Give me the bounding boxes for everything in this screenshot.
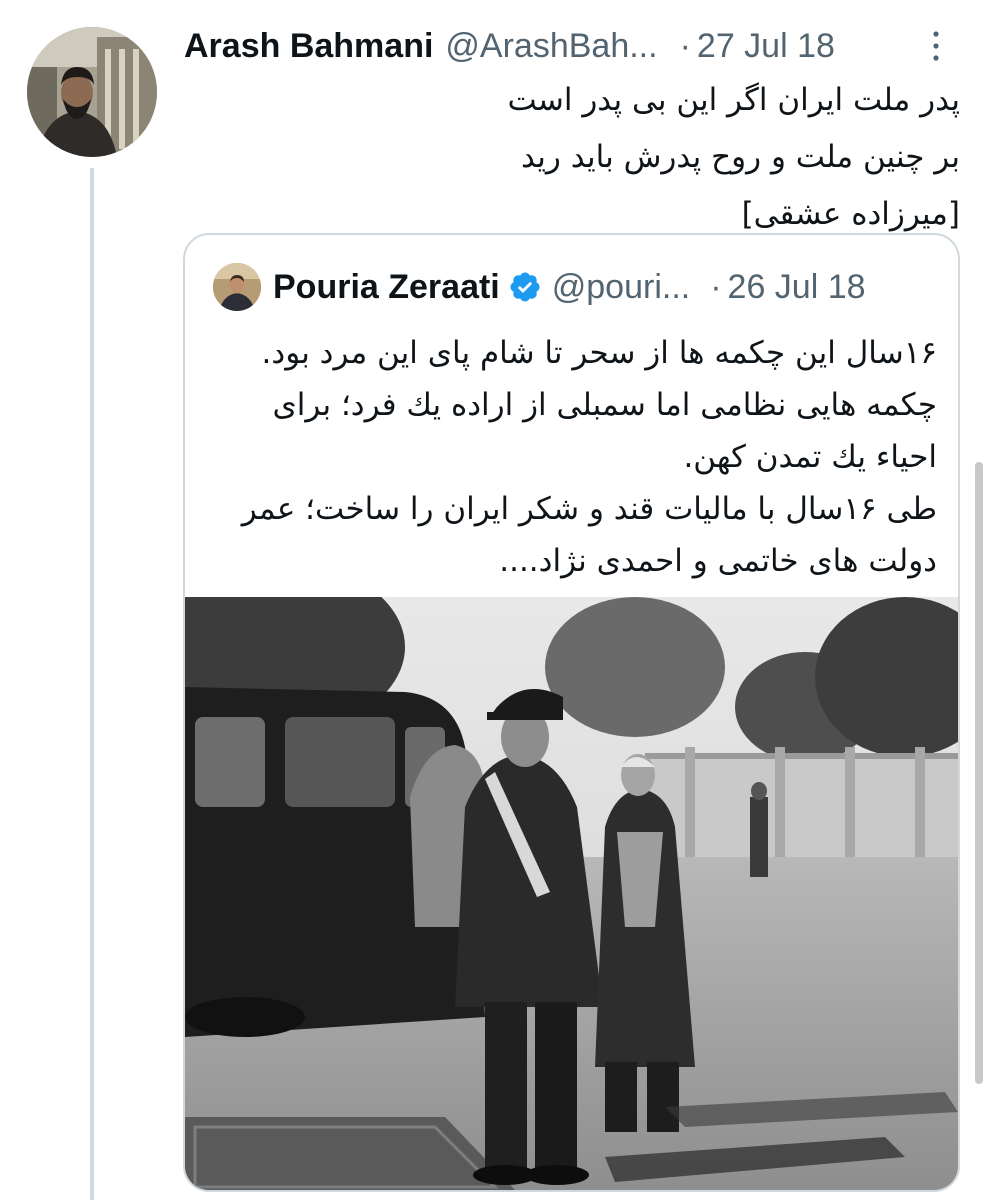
quoted-text-line: ۱۶سال این چکمه ها از سحر تا شام پای این … [261, 335, 937, 371]
author-avatar[interactable] [27, 27, 157, 157]
author-avatar-image [27, 27, 157, 157]
verified-badge-icon [510, 272, 540, 302]
quoted-author-display-name[interactable]: Pouria Zeraati [273, 268, 500, 307]
author-display-name[interactable]: Arash Bahmani [184, 27, 433, 66]
quoted-text-line: احیاء یك تمدن کهن. [683, 439, 937, 475]
quoted-header-separator: · [710, 267, 722, 306]
tweet-text-line: بر چنین ملت و روح پدرش باید رید [521, 139, 960, 175]
quoted-text-line: دولت های خاتمی و احمدی نژاد.... [499, 543, 937, 579]
scrollbar-thumb[interactable] [975, 462, 983, 1084]
quoted-tweet-card[interactable]: Pouria Zeraati @pouri... · 26 Jul 18 ۱۶س… [183, 233, 960, 1192]
header-separator: · [679, 26, 691, 65]
quoted-text-line: چکمه هایی نظامی اما سمبلی از اراده یك فر… [272, 387, 937, 423]
quoted-tweet-photo[interactable] [185, 597, 958, 1190]
quoted-author-avatar-image [213, 263, 261, 311]
author-handle[interactable]: @ArashBah... [445, 27, 657, 66]
quoted-author-avatar[interactable] [213, 263, 261, 311]
tweet-page: Arash Bahmani @ArashBah... · 27 Jul 18 پ… [0, 0, 985, 1200]
tweet-header: Arash Bahmani @ArashBah... · 27 Jul 18 [184, 22, 954, 70]
tweet-text: پدر ملت ایران اگر این بی پدر است بر چنین… [300, 72, 960, 243]
more-vertical-icon[interactable] [928, 28, 944, 64]
quoted-tweet-text: ۱۶سال این چکمه ها از سحر تا شام پای این … [225, 327, 937, 587]
quoted-text-line: طی ۱۶سال با مالیات قند و شکر ایران را سا… [241, 491, 937, 527]
tweet-date[interactable]: 27 Jul 18 [697, 27, 835, 66]
quoted-author-handle[interactable]: @pouri... [552, 268, 690, 307]
quoted-tweet-date[interactable]: 26 Jul 18 [728, 268, 866, 307]
quoted-tweet-header: Pouria Zeraati @pouri... · 26 Jul 18 [273, 263, 943, 311]
historical-photo-image [185, 597, 958, 1190]
thread-connector-line [90, 168, 94, 1200]
tweet-text-line: پدر ملت ایران اگر این بی پدر است [507, 82, 960, 118]
